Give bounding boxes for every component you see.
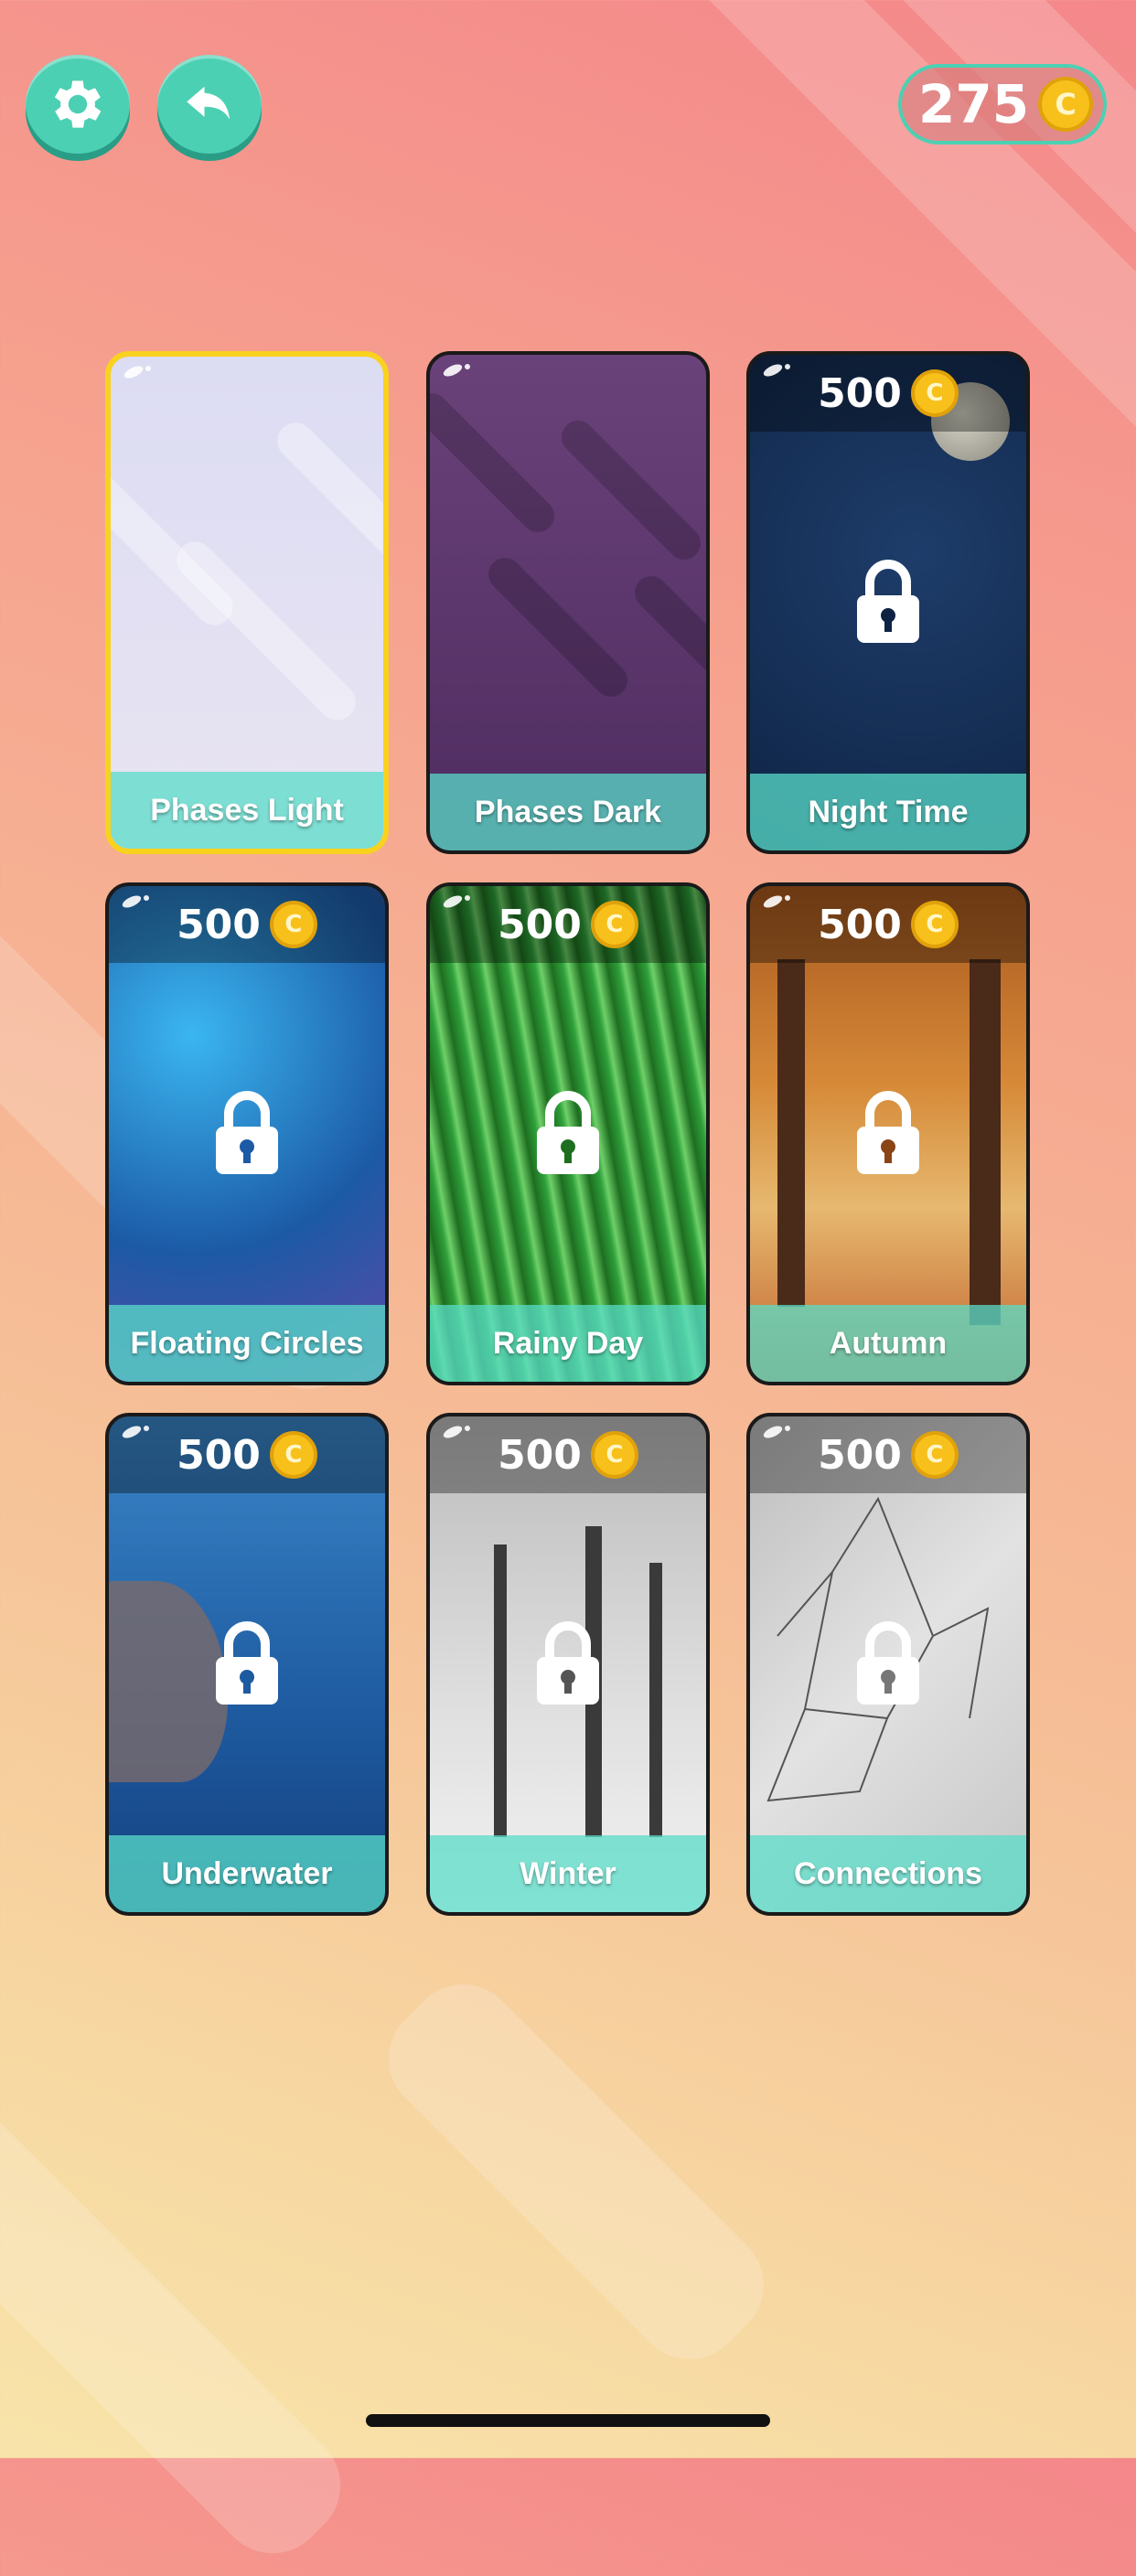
lock-icon: [537, 1091, 599, 1174]
lock-icon: [857, 560, 919, 643]
price-tag: 500 C: [750, 1416, 1026, 1493]
coin-icon: C: [1038, 77, 1094, 132]
price-value: 500: [177, 901, 261, 948]
theme-label: Winter: [430, 1835, 706, 1912]
lock-icon: [857, 1621, 919, 1705]
card-shine: [785, 364, 790, 369]
theme-label: Connections: [750, 1835, 1026, 1912]
tree-trunk: [777, 959, 805, 1307]
theme-card-phases-light[interactable]: Phases Light: [105, 351, 389, 854]
card-pattern: [111, 465, 241, 633]
coin-icon: C: [269, 1431, 317, 1479]
price-tag: 500 C: [750, 355, 1026, 432]
card-shine: [465, 895, 470, 901]
price-tag: 500 C: [109, 1416, 385, 1493]
lock-icon: [537, 1621, 599, 1705]
theme-card-rainy-day[interactable]: 500 C Rainy Day: [426, 882, 710, 1385]
coin-icon: C: [910, 1431, 959, 1479]
theme-card-floating-circles[interactable]: 500 C Floating Circles: [105, 882, 389, 1385]
coin-icon: C: [269, 901, 317, 948]
price-value: 500: [177, 1431, 261, 1479]
theme-card-winter[interactable]: 500 C Winter: [426, 1413, 710, 1916]
coin-icon: C: [910, 369, 959, 417]
lock-icon: [216, 1091, 278, 1174]
theme-card-connections[interactable]: 500 C Connections: [746, 1413, 1030, 1916]
price-tag: 500 C: [109, 886, 385, 963]
theme-label: Phases Light: [111, 772, 383, 849]
tree-trunk: [970, 959, 1001, 1325]
card-pattern: [430, 386, 562, 540]
card-shine: [465, 1426, 470, 1431]
card-shine: [785, 895, 790, 901]
settings-button[interactable]: [26, 55, 130, 154]
card-shine: [144, 1426, 149, 1431]
price-value: 500: [498, 901, 582, 948]
back-arrow-icon: [187, 86, 230, 120]
card-pattern: [627, 569, 706, 722]
theme-label: Phases Dark: [430, 774, 706, 850]
price-value: 500: [818, 1431, 902, 1479]
card-shine: [145, 366, 151, 371]
card-pattern: [168, 533, 364, 729]
coin-icon: C: [590, 1431, 638, 1479]
card-shine: [441, 361, 465, 379]
card-pattern: [269, 414, 383, 610]
theme-label: Floating Circles: [109, 1305, 385, 1382]
coin-balance: 275 C: [898, 64, 1107, 144]
lock-icon: [216, 1621, 278, 1705]
price-value: 500: [818, 901, 902, 948]
theme-card-underwater[interactable]: 500 C Underwater: [105, 1413, 389, 1916]
tree-trunk: [494, 1545, 507, 1837]
coin-icon: C: [910, 901, 959, 948]
gear-icon: [54, 80, 102, 128]
background-stripe: [0, 2033, 363, 2576]
tree-trunk: [649, 1563, 662, 1837]
theme-label: Rainy Day: [430, 1305, 706, 1382]
price-value: 500: [818, 369, 902, 417]
theme-label: Autumn: [750, 1305, 1026, 1382]
theme-label: Night Time: [750, 774, 1026, 850]
card-shine: [465, 364, 470, 369]
background-stripe: [366, 1961, 787, 2382]
home-indicator[interactable]: [366, 2414, 770, 2427]
card-pattern: [554, 413, 706, 567]
price-tag: 500 C: [430, 1416, 706, 1493]
theme-card-autumn[interactable]: 500 C Autumn: [746, 882, 1030, 1385]
price-tag: 500 C: [750, 886, 1026, 963]
theme-card-phases-dark[interactable]: Phases Dark: [426, 351, 710, 854]
card-shine: [785, 1426, 790, 1431]
price-value: 500: [498, 1431, 582, 1479]
theme-card-night-time[interactable]: 500 C Night Time: [746, 351, 1030, 854]
card-shine: [144, 895, 149, 901]
card-shine: [122, 363, 145, 381]
coin-icon: C: [590, 901, 638, 948]
back-button[interactable]: [157, 55, 262, 154]
card-pattern: [481, 550, 635, 704]
coin-count: 275: [918, 73, 1030, 135]
lock-icon: [857, 1091, 919, 1174]
price-tag: 500 C: [430, 886, 706, 963]
theme-label: Underwater: [109, 1835, 385, 1912]
